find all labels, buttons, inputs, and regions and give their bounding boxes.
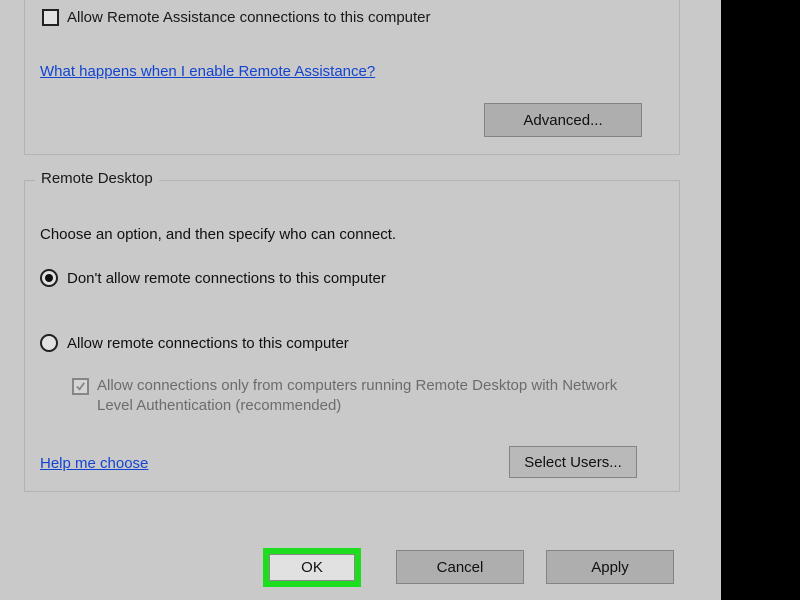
allow-remote-assistance-label: Allow Remote Assistance connections to t… <box>67 9 431 26</box>
apply-button[interactable]: Apply <box>546 550 674 584</box>
radio-dont-allow-label: Don't allow remote connections to this c… <box>67 270 386 287</box>
help-me-choose-link[interactable]: Help me choose <box>40 455 148 472</box>
cancel-label: Cancel <box>437 559 484 576</box>
apply-label: Apply <box>591 559 629 576</box>
radio-dont-allow-remote[interactable]: Don't allow remote connections to this c… <box>40 269 386 287</box>
remote-desktop-legend: Remote Desktop <box>35 170 159 187</box>
cancel-button[interactable]: Cancel <box>396 550 524 584</box>
system-properties-remote-dialog: Allow Remote Assistance connections to t… <box>0 0 721 600</box>
checkbox-icon <box>72 378 89 395</box>
ok-label: OK <box>301 559 323 576</box>
radio-allow-remote[interactable]: Allow remote connections to this compute… <box>40 334 349 352</box>
nla-label: Allow connections only from computers ru… <box>97 376 632 417</box>
nla-checkbox: Allow connections only from computers ru… <box>72 376 632 417</box>
radio-allow-label: Allow remote connections to this compute… <box>67 335 349 352</box>
ok-button[interactable]: OK <box>269 554 355 581</box>
advanced-button-label: Advanced... <box>523 112 602 129</box>
select-users-button[interactable]: Select Users... <box>509 446 637 478</box>
remote-assistance-help-link[interactable]: What happens when I enable Remote Assist… <box>40 63 375 80</box>
select-users-label: Select Users... <box>524 454 622 471</box>
remote-desktop-description: Choose an option, and then specify who c… <box>40 226 396 243</box>
radio-icon <box>40 269 58 287</box>
radio-icon <box>40 334 58 352</box>
allow-remote-assistance-checkbox[interactable]: Allow Remote Assistance connections to t… <box>42 9 431 26</box>
checkbox-icon <box>42 9 59 26</box>
advanced-button[interactable]: Advanced... <box>484 103 642 137</box>
